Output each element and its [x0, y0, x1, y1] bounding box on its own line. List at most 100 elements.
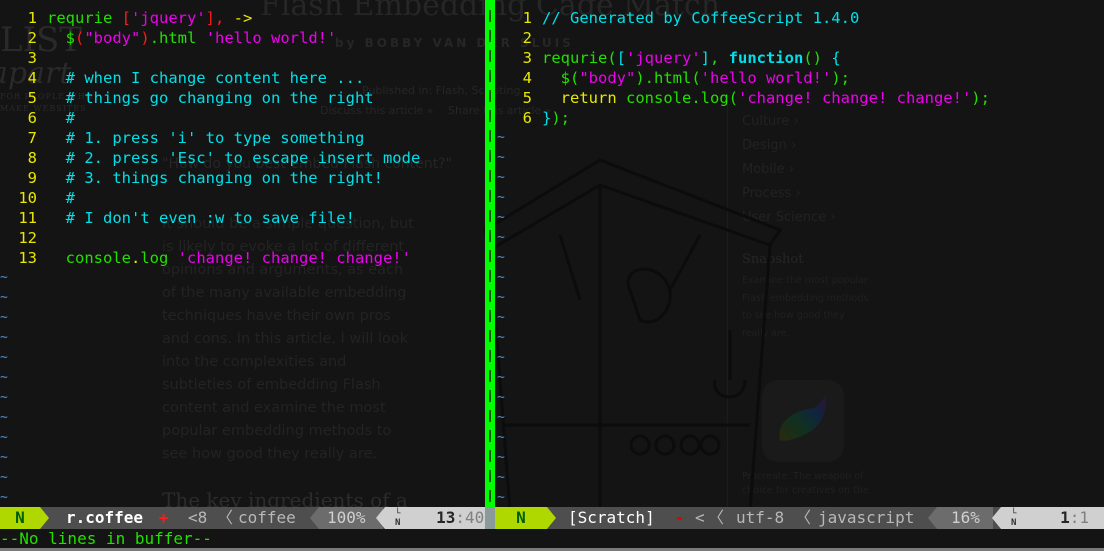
code-line[interactable]: 2 $("body").html 'hello world!' [0, 28, 337, 48]
split-dash [489, 390, 491, 402]
vertical-split-border[interactable] [485, 0, 495, 507]
code-line[interactable]: 1 requrie ['jquery'], -> [0, 8, 253, 28]
code-token: # when I change content here ... [47, 69, 365, 87]
code-line[interactable]: 2 [495, 28, 542, 48]
code-token: [ [616, 49, 626, 67]
line-number: 3 [27, 49, 37, 67]
code-token: -> [233, 9, 253, 27]
split-border-footer [485, 507, 495, 529]
code-line[interactable]: 6 # [0, 108, 75, 128]
code-text: requrie(['jquery'], function() { [532, 49, 841, 67]
code-line[interactable]: 12 [0, 228, 47, 248]
empty-line-tilde: ~ [0, 290, 8, 305]
code-token: [ [121, 9, 131, 27]
branch-marker: < [695, 508, 705, 527]
code-token: 'jquery' [626, 49, 701, 67]
empty-line-tilde: ~ [497, 250, 505, 265]
cursor-col: 1 [1079, 508, 1089, 527]
code-token: requrie( [542, 49, 617, 67]
code-line[interactable]: 8 # 2. press 'Esc' to escape insert mode [0, 148, 421, 168]
split-dash [489, 290, 491, 302]
line-number: 6 [27, 109, 37, 127]
right-editor-pane[interactable]: 1// Generated by CoffeeScript 1.4.0 2 3 req… [495, 0, 1104, 507]
code-token: .html [149, 29, 206, 47]
code-line[interactable]: 10 # [0, 188, 75, 208]
code-line[interactable]: 3 [0, 48, 47, 68]
code-token: # [47, 189, 75, 207]
code-line[interactable]: 4 # when I change content here ... [0, 68, 365, 88]
code-text: # [37, 189, 75, 207]
code-line[interactable]: 7 # 1. press 'i' to type something [0, 128, 365, 148]
split-dash [489, 470, 491, 482]
empty-line-tilde: ~ [497, 490, 505, 505]
line-number: 9 [27, 169, 37, 187]
line-number: 1 [522, 9, 532, 27]
empty-line-tilde: ~ [497, 230, 505, 245]
code-text: // Generated by CoffeeScript 1.4.0 [532, 9, 859, 27]
empty-line-tilde: ~ [497, 430, 505, 445]
line-number: 11 [18, 209, 37, 227]
code-line[interactable]: 1 // Generated by CoffeeScript 1.4.0 [495, 8, 860, 28]
cursor-position: └ N 1:1 [1001, 507, 1104, 529]
right-statusline: N [Scratch] - < 〈 utf-8 〈 javascript 16%… [495, 507, 1104, 529]
empty-line-tilde: ~ [0, 490, 8, 505]
left-statusline: N r.coffee + <8 〈 coffee 100% └ N 13:40 [0, 507, 485, 529]
code-line[interactable]: 5 return console.log('change! change! ch… [495, 88, 990, 108]
empty-line-tilde: ~ [0, 410, 8, 425]
code-line[interactable]: 4 $("body").html('hello world!'); [495, 68, 850, 88]
code-token: . [131, 249, 141, 267]
split-dash [489, 70, 491, 82]
code-token: return [542, 89, 626, 107]
code-token: # [47, 109, 75, 127]
split-dash [489, 230, 491, 242]
modified-flag-icon: + [158, 508, 169, 527]
empty-line-tilde: ~ [0, 310, 8, 325]
empty-line-tilde: ~ [497, 390, 505, 405]
code-line[interactable]: 3 requrie(['jquery'], function() { [495, 48, 841, 68]
chevron-left-separator-icon: 〈 [217, 508, 234, 527]
code-line[interactable]: 13 console.log 'change! change! change!' [0, 248, 411, 268]
empty-line-tilde: ~ [497, 290, 505, 305]
code-line[interactable]: 9 # 3. things changing on the right! [0, 168, 383, 188]
code-token: # 1. press 'i' to type something [47, 129, 365, 147]
empty-line-tilde: ~ [497, 470, 505, 485]
code-token: , [215, 9, 234, 27]
cursor-line: 13 [436, 508, 456, 527]
code-token: ) [140, 29, 150, 47]
code-token: () [803, 49, 832, 67]
code-token: console [47, 249, 131, 267]
code-text: }); [532, 109, 570, 127]
line-number: 2 [27, 29, 37, 47]
code-token: console.log( [626, 89, 738, 107]
empty-line-tilde: ~ [497, 130, 505, 145]
left-editor-pane[interactable]: 1 requrie ['jquery'], -> 2 $("body").html … [0, 0, 485, 507]
empty-line-tilde: ~ [497, 270, 505, 285]
split-dash [489, 90, 491, 102]
line-number: 13 [18, 249, 37, 267]
split-dash [489, 310, 491, 322]
code-line[interactable]: 11 # I don't even :w to save file! [0, 208, 355, 228]
line-number: 4 [27, 69, 37, 87]
code-token: 'hello world!' [700, 69, 832, 87]
chevron-left-separator-icon: 〈 [795, 508, 812, 527]
code-token: ] [700, 49, 710, 67]
code-token: ); [831, 69, 850, 87]
code-line[interactable]: 5 # things go changing on the right [0, 88, 374, 108]
empty-line-tilde: ~ [0, 370, 8, 385]
split-dash [489, 270, 491, 282]
split-dash [489, 250, 491, 262]
line-number: 12 [18, 229, 37, 247]
empty-line-tilde: ~ [497, 170, 505, 185]
split-dash [489, 50, 491, 62]
empty-line-tilde: ~ [0, 430, 8, 445]
command-line[interactable]: --No lines in buffer-- [0, 529, 1104, 549]
code-line[interactable]: 6}); [495, 108, 570, 128]
filetype: coffee [238, 508, 296, 527]
line-number: 10 [18, 189, 37, 207]
code-text: $("body").html('hello world!'); [532, 69, 850, 87]
empty-line-tilde: ~ [497, 150, 505, 165]
empty-line-tilde: ~ [0, 270, 8, 285]
split-dash [489, 330, 491, 342]
